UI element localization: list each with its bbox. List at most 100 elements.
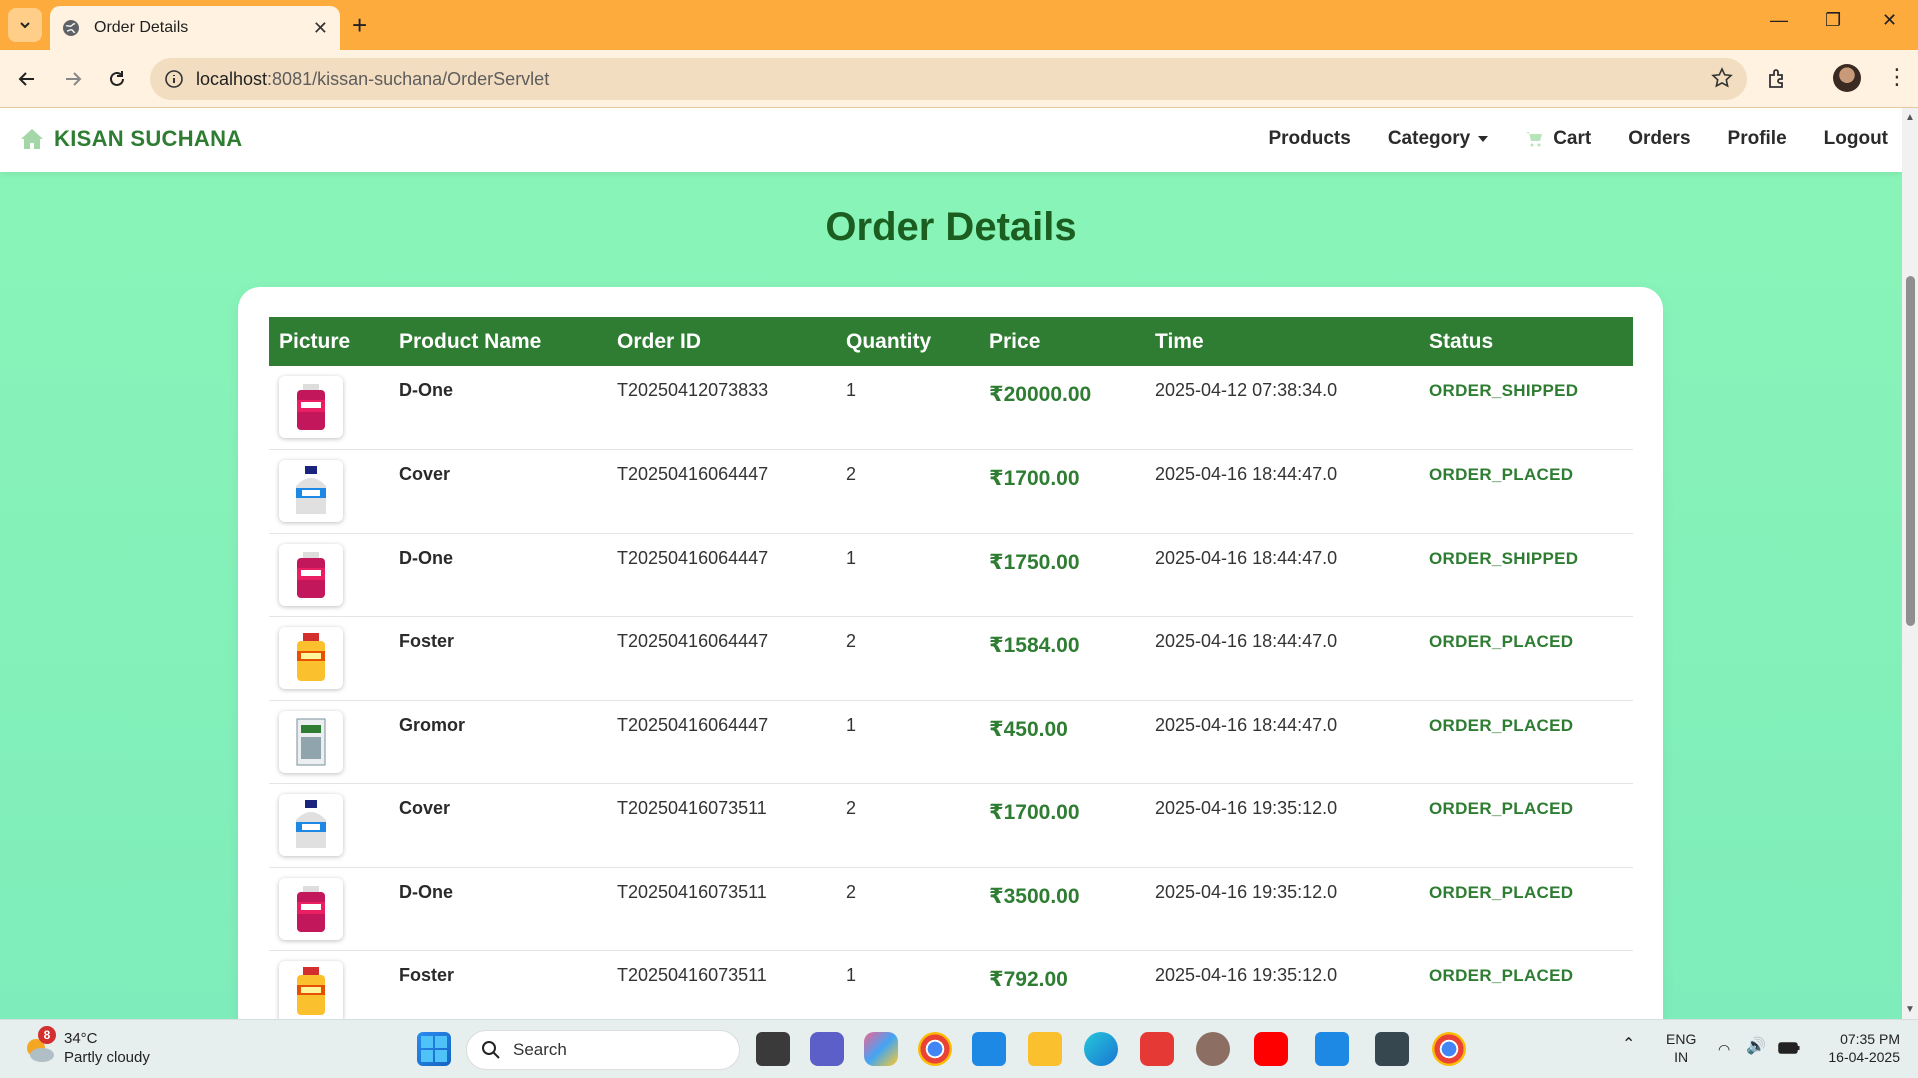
picture-cell <box>269 700 389 784</box>
site-info-icon[interactable] <box>164 69 184 89</box>
table-row: D-One T20250416064447 1 ₹1750.00 2025-04-16 … <box>269 533 1633 617</box>
restore-button[interactable]: ❐ <box>1825 10 1841 31</box>
foster-product-image <box>279 961 343 1019</box>
table-row: Gromor T20250416064447 1 ₹450.00 2025-04-16 … <box>269 700 1633 784</box>
vscode-icon[interactable] <box>1315 1032 1349 1066</box>
nav-logout[interactable]: Logout <box>1824 128 1888 150</box>
app-icon[interactable] <box>1196 1032 1230 1066</box>
time-cell: 2025-04-12 07:38:34.0 <box>1145 366 1419 450</box>
product-name-cell: Foster <box>389 616 607 701</box>
price: ₹792.00 <box>989 968 1068 991</box>
order-id-cell: T20250416064447 <box>607 449 836 534</box>
profile-avatar[interactable] <box>1833 64 1861 92</box>
status-badge: ORDER_PLACED <box>1429 799 1574 818</box>
search-icon <box>482 1041 500 1059</box>
scrollbar-thumb[interactable] <box>1906 276 1915 626</box>
battery-icon[interactable] <box>1778 1040 1800 1058</box>
table-row: Cover T20250416064447 2 ₹1700.00 2025-04-16 … <box>269 449 1633 534</box>
language-indicator[interactable]: ENG IN <box>1666 1030 1696 1066</box>
price-cell: ₹450.00 <box>979 700 1145 784</box>
cover-product-image <box>279 460 343 522</box>
nav-orders[interactable]: Orders <box>1628 128 1690 150</box>
nav-cart[interactable]: Cart <box>1525 128 1591 150</box>
chrome-icon[interactable] <box>918 1032 952 1066</box>
browser-menu-icon[interactable]: ⋮ <box>1886 66 1908 88</box>
youtube-icon[interactable] <box>1254 1032 1288 1066</box>
copilot-icon[interactable] <box>864 1032 898 1066</box>
header-order-id: Order ID <box>617 329 702 353</box>
price: ₹450.00 <box>989 717 1068 741</box>
picture-cell <box>269 449 389 534</box>
new-tab-button[interactable]: + <box>352 10 367 40</box>
address-bar[interactable]: localhost:8081/kissan-suchana/OrderServl… <box>150 58 1747 100</box>
chrome-active-icon[interactable] <box>1432 1032 1466 1066</box>
wps-icon[interactable] <box>1140 1032 1174 1066</box>
nav-profile[interactable]: Profile <box>1728 128 1787 150</box>
quantity-cell: 2 <box>836 783 979 868</box>
quantity-cell: 2 <box>836 867 979 951</box>
scroll-up-icon[interactable]: ▲ <box>1905 112 1915 123</box>
nav-products[interactable]: Products <box>1268 128 1350 150</box>
picture-cell <box>269 533 389 617</box>
tab-search-button[interactable] <box>8 8 42 42</box>
caret-down-icon <box>1478 136 1489 142</box>
order-time: 2025-04-16 18:44:47.0 <box>1155 714 1338 735</box>
language-line1: ENG <box>1666 1031 1697 1047</box>
active-tab[interactable]: Order Details ✕ <box>50 6 340 50</box>
nav-category-dropdown[interactable]: Category <box>1388 128 1489 150</box>
scroll-down-icon[interactable]: ▼ <box>1905 1004 1915 1015</box>
tray-overflow-icon[interactable]: ⌃ <box>1622 1036 1635 1054</box>
extensions-puzzle-icon[interactable] <box>1765 67 1789 91</box>
forward-button[interactable] <box>58 64 88 94</box>
page-title: Order Details <box>825 205 1077 249</box>
quantity: 2 <box>846 798 857 818</box>
wifi-icon[interactable]: ◠ <box>1718 1040 1730 1058</box>
order-id-cell: T20250416064447 <box>607 533 836 617</box>
order-id: T20250412073833 <box>617 380 769 400</box>
bookmark-star-icon[interactable] <box>1711 67 1733 89</box>
time-cell: 2025-04-16 19:35:12.0 <box>1145 950 1419 1019</box>
status-badge: ORDER_PLACED <box>1429 882 1574 902</box>
price-cell: ₹1700.00 <box>979 449 1145 534</box>
file-explorer-icon[interactable] <box>1028 1032 1062 1066</box>
time-cell: 2025-04-16 18:44:47.0 <box>1145 533 1419 617</box>
close-tab-icon[interactable]: ✕ <box>313 18 328 39</box>
taskbar-search[interactable]: Search <box>466 1030 740 1070</box>
quantity-cell: 2 <box>836 449 979 534</box>
back-button[interactable] <box>12 64 42 94</box>
price: ₹1700.00 <box>989 467 1080 490</box>
brand-link[interactable]: KISAN SUCHANA <box>20 126 242 152</box>
weather-widget[interactable]: 8 34°C Partly cloudy <box>20 1026 150 1068</box>
reload-button[interactable] <box>102 64 132 94</box>
minimize-button[interactable]: — <box>1770 10 1788 31</box>
status-badge: ORDER_PLACED <box>1429 715 1574 735</box>
search-label: Search <box>513 1040 567 1059</box>
status-badge: ORDER_SHIPPED <box>1429 548 1579 568</box>
quantity-cell: 1 <box>836 366 979 450</box>
price-cell: ₹20000.00 <box>979 366 1145 450</box>
os-taskbar: 8 34°C Partly cloudy Search ⌃ ENG IN ◠ 🔊… <box>0 1019 1918 1078</box>
gromor-product-image <box>279 710 343 773</box>
eclipse-icon[interactable] <box>1375 1032 1409 1066</box>
d-one-product-image <box>279 376 343 438</box>
header-product-name: Product Name <box>399 329 542 353</box>
store-icon[interactable] <box>972 1032 1006 1066</box>
quantity: 1 <box>846 965 857 985</box>
task-view-icon[interactable] <box>756 1032 790 1066</box>
edge-icon[interactable] <box>1084 1032 1118 1066</box>
site-navbar: KISAN SUCHANA Products Category Cart Ord… <box>0 108 1902 172</box>
chevron-down-icon <box>20 22 30 29</box>
price: ₹1700.00 <box>989 801 1080 824</box>
foster-product-image <box>279 627 343 689</box>
windows-start-icon[interactable] <box>417 1032 451 1066</box>
volume-icon[interactable]: 🔊 <box>1746 1038 1766 1056</box>
clock[interactable]: 07:35 PM 16-04-2025 <box>1816 1030 1900 1066</box>
close-window-button[interactable]: ✕ <box>1882 10 1897 31</box>
order-id: T20250416073511 <box>617 798 767 818</box>
teams-icon[interactable] <box>810 1032 844 1066</box>
status-cell: ORDER_SHIPPED <box>1419 366 1633 450</box>
product-name-cell: D-One <box>389 366 607 450</box>
order-id-cell: T20250416064447 <box>607 616 836 701</box>
page-scrollbar[interactable]: ▲ ▼ <box>1902 108 1918 1019</box>
status-cell: ORDER_PLACED <box>1419 783 1633 868</box>
